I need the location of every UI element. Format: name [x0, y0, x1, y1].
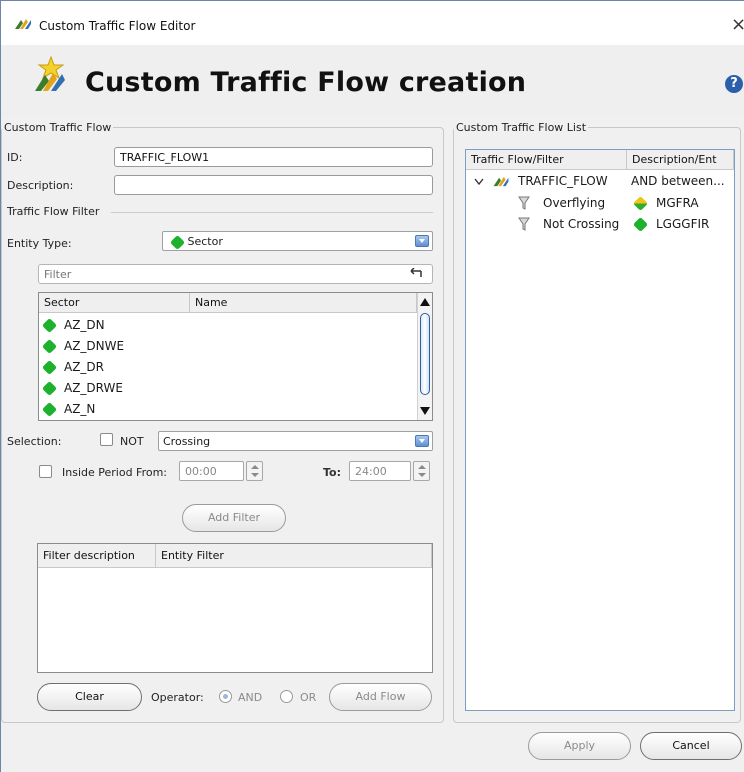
sector-cell: AZ_N: [64, 402, 96, 416]
traffic-flow-app-icon: [15, 19, 31, 29]
not-label: NOT: [120, 435, 144, 448]
chevron-down-icon[interactable]: [415, 435, 429, 447]
filter-funnel-icon: [518, 217, 530, 231]
tree-row-overflying[interactable]: Overflying MGFRA: [466, 193, 734, 213]
custom-traffic-flow-legend: Custom Traffic Flow: [4, 121, 112, 134]
period-to-field[interactable]: 24:00: [349, 461, 411, 481]
description-entity-column-header[interactable]: Description/Ent: [627, 150, 734, 170]
flow-list-tree: Traffic Flow/Filter Description/Ent TRAF…: [465, 149, 735, 711]
operator-and-radio[interactable]: [219, 690, 232, 703]
sector-hex-icon: [41, 401, 58, 418]
entity-type-select[interactable]: Sector: [162, 231, 433, 251]
sector-hex-icon: [41, 380, 58, 397]
filter-input[interactable]: [38, 264, 433, 284]
table-row[interactable]: AZ_DN: [41, 315, 105, 335]
inside-period-label: Inside Period From:: [62, 466, 168, 479]
id-label: ID:: [7, 151, 23, 164]
operator-and-label: AND: [238, 691, 263, 704]
table-row[interactable]: AZ_DRWE: [41, 378, 123, 398]
title-bar: Custom Traffic Flow Editor ×: [1, 1, 744, 45]
period-to-stepper[interactable]: [413, 461, 430, 481]
tree-label: Overflying: [543, 196, 606, 210]
clear-button[interactable]: Clear: [37, 683, 142, 711]
add-filter-button[interactable]: Add Filter: [182, 504, 286, 532]
tree-description: MGFRA: [656, 196, 699, 210]
table-row[interactable]: AZ_DNWE: [41, 336, 125, 356]
id-field[interactable]: [114, 147, 433, 167]
filter-funnel-icon: [518, 196, 530, 210]
filter-legend-divider: [111, 212, 433, 213]
period-from-field[interactable]: 00:00: [179, 461, 244, 481]
sector-hex-icon: [41, 338, 58, 355]
traffic-flow-filter-column-header[interactable]: Traffic Flow/Filter: [466, 150, 627, 170]
sector-table: Sector Name AZ_DN AZ_DNWE AZ_DR AZ_DRWE …: [38, 292, 433, 421]
entity-type-label: Entity Type:: [7, 237, 72, 250]
name-column-header[interactable]: Name: [190, 293, 417, 313]
filters-table: Filter description Entity Filter: [37, 543, 433, 673]
scroll-thumb[interactable]: [420, 313, 430, 395]
to-label: To:: [323, 466, 341, 479]
close-icon[interactable]: ×: [731, 14, 744, 35]
sector-cell: AZ_DN: [64, 318, 105, 332]
table-row[interactable]: AZ_N: [41, 399, 96, 419]
chevron-down-icon[interactable]: [415, 235, 429, 247]
green-hex-icon: [632, 216, 649, 233]
selection-value: Crossing: [163, 435, 211, 448]
selection-select[interactable]: Crossing: [158, 431, 433, 451]
entity-filter-column-header[interactable]: Entity Filter: [156, 544, 432, 568]
apply-button[interactable]: Apply: [528, 732, 631, 760]
period-from-stepper[interactable]: [246, 461, 263, 481]
traffic-flow-icon: [493, 176, 509, 187]
scroll-up-icon[interactable]: [420, 298, 430, 306]
dialog-header: Custom Traffic Flow creation ?: [1, 45, 744, 117]
sector-hex-icon: [169, 234, 186, 250]
operator-label: Operator:: [151, 691, 204, 704]
sector-cell: AZ_DR: [64, 360, 105, 374]
tree-description: LGGGFIR: [656, 217, 710, 231]
filter-description-column-header[interactable]: Filter description: [38, 544, 156, 568]
cancel-button[interactable]: Cancel: [640, 732, 742, 760]
scroll-down-icon[interactable]: [420, 407, 430, 415]
editor-window: Custom Traffic Flow Editor × Custom Traf…: [0, 0, 744, 772]
sector-hex-icon: [41, 317, 58, 334]
selection-label: Selection:: [7, 435, 62, 448]
entity-type-value: Sector: [187, 235, 223, 248]
traffic-flow-filter-legend: Traffic Flow Filter: [7, 205, 100, 218]
tree-label: Not Crossing: [543, 217, 620, 231]
operator-or-radio[interactable]: [280, 690, 293, 703]
not-checkbox[interactable]: [100, 433, 113, 446]
sector-column-header[interactable]: Sector: [39, 293, 190, 313]
custom-traffic-flow-list-legend: Custom Traffic Flow List: [456, 121, 587, 134]
chevron-down-icon[interactable]: [474, 178, 484, 186]
tree-description: AND between...: [631, 174, 725, 188]
help-icon[interactable]: ?: [725, 75, 743, 93]
inside-period-checkbox[interactable]: [39, 465, 52, 478]
tree-row-traffic-flow[interactable]: TRAFFIC_FLOW AND between...: [466, 171, 734, 191]
tree-label: TRAFFIC_FLOW: [518, 174, 608, 188]
sector-table-scrollbar[interactable]: [417, 293, 432, 420]
sector-cell: AZ_DNWE: [64, 339, 125, 353]
sector-cell: AZ_DRWE: [64, 381, 123, 395]
operator-or-label: OR: [300, 691, 317, 704]
description-field[interactable]: [114, 175, 433, 195]
window-title: Custom Traffic Flow Editor: [39, 19, 196, 33]
yellow-green-hex-icon: [632, 195, 649, 212]
traffic-flow-creation-icon: [35, 55, 65, 91]
description-label: Description:: [7, 179, 74, 192]
page-title: Custom Traffic Flow creation: [85, 67, 527, 98]
table-row[interactable]: AZ_DR: [41, 357, 105, 377]
clear-filter-icon[interactable]: [407, 268, 423, 280]
tree-row-not-crossing[interactable]: Not Crossing LGGGFIR: [466, 214, 734, 234]
sector-hex-icon: [41, 359, 58, 376]
add-flow-button[interactable]: Add Flow: [329, 683, 432, 711]
